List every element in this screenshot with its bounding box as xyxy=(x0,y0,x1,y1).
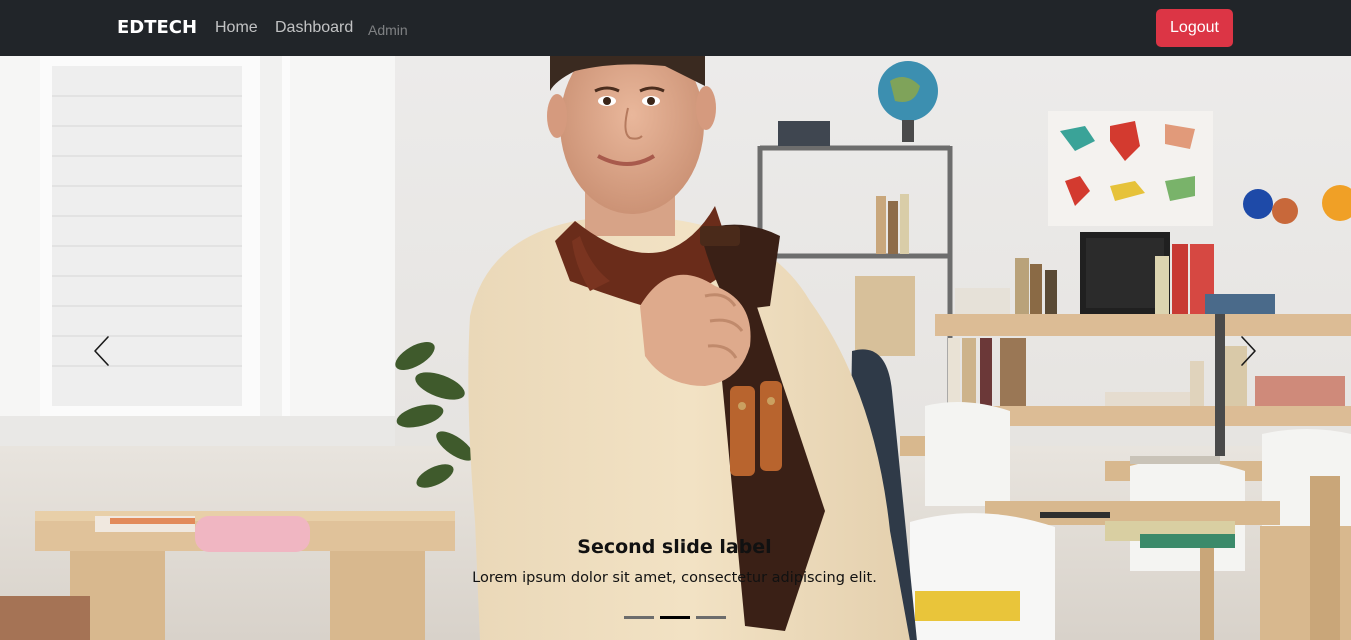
caption-text: Lorem ipsum dolor sit amet, consectetur … xyxy=(472,570,877,586)
nav-link-admin[interactable]: Admin xyxy=(368,20,408,40)
chevron-left-icon xyxy=(94,336,109,366)
chevron-right-icon xyxy=(1241,336,1256,366)
navbar: EDTECH Home Dashboard Admin Logout xyxy=(0,0,1351,56)
caption-title: Second slide label xyxy=(577,536,772,558)
carousel-indicator[interactable] xyxy=(660,616,690,619)
carousel-indicators xyxy=(624,616,728,622)
carousel-indicator[interactable] xyxy=(624,616,654,619)
nav-link-home[interactable]: Home xyxy=(215,18,258,38)
carousel-next-button[interactable] xyxy=(1228,326,1268,376)
carousel-indicator[interactable] xyxy=(696,616,726,619)
nav-link-dashboard[interactable]: Dashboard xyxy=(275,18,353,38)
logout-button[interactable]: Logout xyxy=(1156,9,1233,47)
hero-carousel: Second slide label Lorem ipsum dolor sit… xyxy=(0,56,1351,640)
brand-logo[interactable]: EDTECH xyxy=(117,17,197,39)
carousel-prev-button[interactable] xyxy=(82,326,122,376)
